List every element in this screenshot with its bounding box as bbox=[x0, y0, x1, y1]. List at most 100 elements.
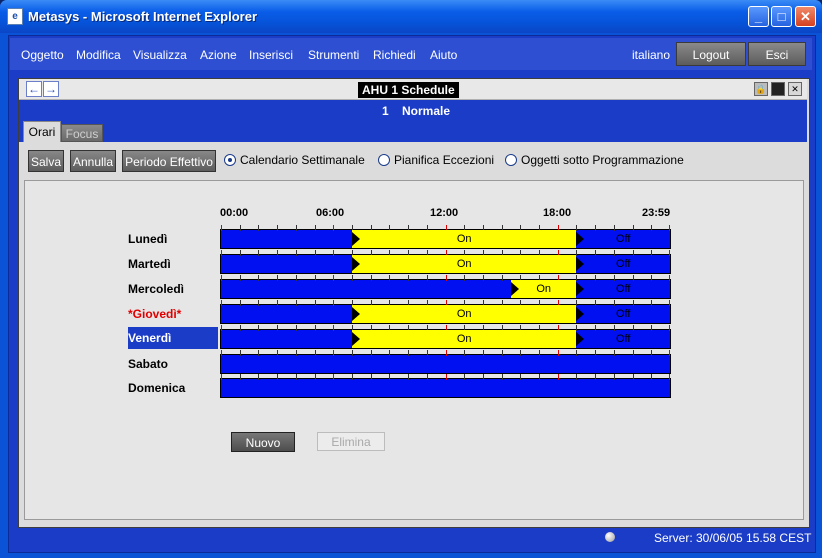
menu-modifica[interactable]: Modifica bbox=[76, 48, 121, 62]
off-segment[interactable]: Off bbox=[576, 230, 670, 248]
day-label[interactable]: *Giovedì* bbox=[128, 307, 181, 321]
delete-button[interactable]: Elimina bbox=[317, 432, 385, 451]
hour-tick bbox=[633, 374, 634, 380]
off-segment[interactable]: Off bbox=[576, 305, 670, 323]
hour-tick bbox=[315, 300, 316, 306]
tab-focus[interactable]: Focus bbox=[61, 124, 103, 142]
on-segment[interactable]: On bbox=[351, 330, 577, 348]
radio-weekly-calendar[interactable] bbox=[224, 154, 236, 166]
hour-tick bbox=[258, 300, 259, 306]
menu-inserisci[interactable]: Inserisci bbox=[249, 48, 293, 62]
start-marker-icon[interactable] bbox=[351, 257, 360, 271]
hour-tick bbox=[333, 250, 334, 256]
start-marker-icon[interactable] bbox=[351, 232, 360, 246]
end-marker-icon[interactable] bbox=[576, 232, 585, 246]
end-marker-icon[interactable] bbox=[576, 282, 585, 296]
hour-tick bbox=[296, 275, 297, 281]
maximize-button[interactable]: □ bbox=[771, 6, 792, 27]
on-segment[interactable]: On bbox=[351, 255, 577, 273]
effective-period-button[interactable]: Periodo Effettivo bbox=[122, 150, 216, 172]
hour-tick bbox=[221, 275, 222, 281]
menu-aiuto[interactable]: Aiuto bbox=[430, 48, 457, 62]
hour-tick bbox=[258, 225, 259, 231]
start-marker-icon[interactable] bbox=[510, 282, 519, 296]
hour-tick bbox=[352, 374, 353, 380]
off-segment[interactable]: Off bbox=[576, 255, 670, 273]
radio-objects-label[interactable]: Oggetti sotto Programmazione bbox=[521, 153, 684, 167]
on-segment[interactable]: On bbox=[351, 230, 577, 248]
panel-close-icon[interactable]: ✕ bbox=[788, 82, 802, 96]
hour-tick bbox=[502, 374, 503, 380]
cancel-button[interactable]: Annulla bbox=[70, 150, 116, 172]
hour-tick bbox=[258, 250, 259, 256]
radio-exceptions[interactable] bbox=[378, 154, 390, 166]
new-button[interactable]: Nuovo bbox=[231, 432, 295, 452]
day-label[interactable]: Domenica bbox=[128, 381, 185, 395]
day-schedule-bar[interactable]: On Off bbox=[220, 325, 671, 349]
hour-tick bbox=[558, 374, 559, 380]
hour-tick bbox=[502, 275, 503, 281]
logout-button[interactable]: Logout bbox=[676, 42, 746, 66]
window-titlebar[interactable]: e Metasys - Microsoft Internet Explorer … bbox=[0, 0, 822, 33]
time-label: 06:00 bbox=[316, 207, 345, 219]
hour-tick bbox=[296, 250, 297, 256]
hour-tick bbox=[576, 374, 577, 380]
minimize-button[interactable]: _ bbox=[748, 6, 769, 27]
day-schedule-bar[interactable]: On Off bbox=[220, 250, 671, 274]
hour-tick bbox=[651, 350, 652, 356]
hour-tick bbox=[333, 325, 334, 331]
hour-tick bbox=[595, 350, 596, 356]
end-marker-icon[interactable] bbox=[576, 257, 585, 271]
start-marker-icon[interactable] bbox=[351, 332, 360, 346]
radio-weekly-label[interactable]: Calendario Settimanale bbox=[240, 153, 365, 167]
tab-orari[interactable]: Orari bbox=[23, 121, 61, 142]
off-segment[interactable]: Off bbox=[576, 330, 670, 348]
menu-strumenti[interactable]: Strumenti bbox=[308, 48, 359, 62]
on-segment[interactable]: On bbox=[351, 305, 577, 323]
end-marker-icon[interactable] bbox=[576, 332, 585, 346]
back-arrow-icon[interactable]: ← bbox=[26, 81, 42, 97]
day-label[interactable]: Lunedì bbox=[128, 232, 167, 246]
menu-oggetto[interactable]: Oggetto bbox=[21, 48, 64, 62]
time-label: 12:00 bbox=[430, 207, 459, 219]
on-segment[interactable]: On bbox=[510, 280, 577, 298]
lock-icon[interactable]: 🔒 bbox=[754, 82, 768, 96]
hour-tick bbox=[614, 374, 615, 380]
hour-tick bbox=[296, 374, 297, 380]
day-schedule-bar[interactable] bbox=[220, 350, 671, 374]
radio-scheduled-objects[interactable] bbox=[505, 154, 517, 166]
hour-tick bbox=[427, 350, 428, 356]
language-label[interactable]: italiano bbox=[632, 48, 670, 62]
off-segment[interactable]: Off bbox=[576, 280, 670, 298]
hour-tick bbox=[371, 374, 372, 380]
hour-tick bbox=[240, 350, 241, 356]
hour-tick bbox=[464, 374, 465, 380]
day-schedule-bar[interactable]: On Off bbox=[220, 225, 671, 249]
hour-tick bbox=[333, 275, 334, 281]
hour-tick bbox=[483, 374, 484, 380]
start-marker-icon[interactable] bbox=[351, 307, 360, 321]
save-button[interactable]: Salva bbox=[28, 150, 64, 172]
close-button[interactable]: ✕ bbox=[795, 6, 816, 27]
day-label[interactable]: Venerdì bbox=[128, 327, 218, 349]
menu-azione[interactable]: Azione bbox=[200, 48, 237, 62]
day-label[interactable]: Sabato bbox=[128, 357, 168, 371]
day-label[interactable]: Martedì bbox=[128, 257, 171, 271]
end-marker-icon[interactable] bbox=[576, 307, 585, 321]
panel-maximize-icon[interactable] bbox=[771, 82, 785, 96]
forward-arrow-icon[interactable]: → bbox=[43, 81, 59, 97]
connection-status-icon bbox=[605, 532, 615, 542]
day-schedule-bar[interactable] bbox=[220, 374, 671, 398]
day-label[interactable]: Mercoledì bbox=[128, 282, 184, 296]
day-schedule-bar[interactable]: On Off bbox=[220, 275, 671, 299]
day-schedule-bar[interactable]: On Off bbox=[220, 300, 671, 324]
menu-richiedi[interactable]: Richiedi bbox=[373, 48, 416, 62]
hour-tick bbox=[408, 350, 409, 356]
hour-tick bbox=[240, 275, 241, 281]
menu-visualizza[interactable]: Visualizza bbox=[133, 48, 187, 62]
hour-tick bbox=[296, 325, 297, 331]
radio-exceptions-label[interactable]: Pianifica Eccezioni bbox=[394, 153, 494, 167]
hour-tick bbox=[333, 350, 334, 356]
exit-button[interactable]: Esci bbox=[748, 42, 806, 66]
hour-tick bbox=[333, 300, 334, 306]
